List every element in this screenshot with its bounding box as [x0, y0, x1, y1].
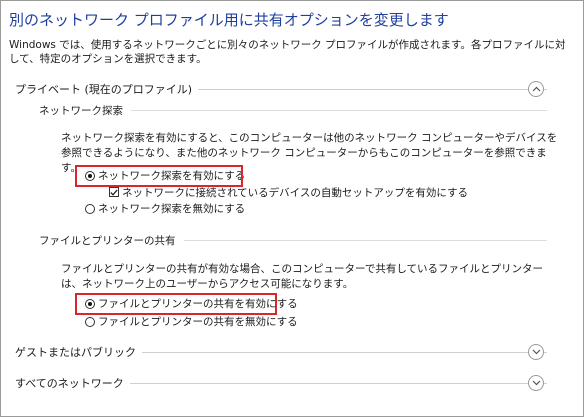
- sharing-settings-window: 別のネットワーク プロファイル用に共有オプションを変更します Windows で…: [0, 0, 584, 417]
- section-divider: [142, 351, 547, 353]
- section-label-all-networks: すべてのネットワーク: [15, 377, 124, 390]
- section-header-guest-public[interactable]: ゲストまたはパブリック: [15, 344, 547, 360]
- subsection-label-file-printer-sharing: ファイルとプリンターの共有: [39, 234, 176, 247]
- section-label-private: プライベート (現在のプロファイル): [15, 83, 193, 96]
- radio-button-unselected[interactable]: [85, 203, 95, 214]
- subsection-divider: [131, 109, 547, 111]
- section-header-all-networks[interactable]: すべてのネットワーク: [15, 375, 547, 391]
- subsection-divider: [183, 239, 547, 241]
- chevron-down-icon: [532, 380, 540, 386]
- subsection-header-network-discovery: ネットワーク探索: [39, 103, 547, 117]
- section-divider: [129, 382, 547, 384]
- checkbox-auto-setup[interactable]: ネットワークに接続されているデバイスの自動セットアップを有効にする: [109, 185, 468, 199]
- section-header-private[interactable]: プライベート (現在のプロファイル): [15, 81, 547, 97]
- page-description: Windows では、使用するネットワークごとに別々のネットワーク プロファイル…: [9, 39, 566, 65]
- chevron-up-icon: [532, 86, 540, 92]
- subsection-header-file-printer-sharing: ファイルとプリンターの共有: [39, 233, 547, 247]
- radio-file-printer-sharing-off[interactable]: ファイルとプリンターの共有を無効にする: [85, 314, 298, 329]
- radio-network-discovery-off[interactable]: ネットワーク探索を無効にする: [85, 201, 245, 216]
- radio-label: ネットワーク探索を無効にする: [98, 203, 246, 215]
- highlight-file-printer-sharing-on: [75, 293, 277, 315]
- collapse-private-button[interactable]: [528, 81, 544, 97]
- page-title: 別のネットワーク プロファイル用に共有オプションを変更します: [9, 11, 449, 29]
- checkbox-checked[interactable]: [109, 187, 119, 197]
- expand-guest-public-button[interactable]: [528, 344, 544, 360]
- checkmark-icon: [110, 189, 118, 196]
- subsection-label-network-discovery: ネットワーク探索: [39, 104, 123, 117]
- section-label-guest-public: ゲストまたはパブリック: [15, 346, 136, 359]
- checkbox-label: ネットワークに接続されているデバイスの自動セットアップを有効にする: [122, 186, 468, 199]
- file-printer-sharing-description: ファイルとプリンターの共有が有効な場合、このコンピューターで共有しているファイル…: [61, 263, 544, 290]
- radio-button-unselected[interactable]: [85, 316, 95, 327]
- chevron-down-icon: [532, 349, 540, 355]
- expand-all-networks-button[interactable]: [528, 375, 544, 391]
- section-divider: [198, 88, 547, 90]
- radio-label: ファイルとプリンターの共有を無効にする: [98, 316, 298, 328]
